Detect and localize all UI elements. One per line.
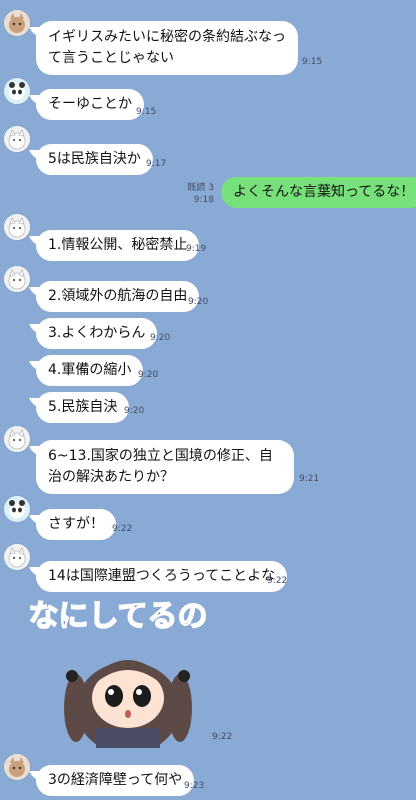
message-time: 9:21 bbox=[299, 474, 320, 484]
message-bubble[interactable]: さすが！ bbox=[36, 509, 116, 540]
message-time: 9:20 bbox=[188, 297, 209, 307]
cat-avatar-icon[interactable] bbox=[4, 10, 30, 36]
message-bubble[interactable]: イギリスみたいに秘密の条約結ぶなって言うことじゃない bbox=[36, 21, 298, 75]
message-bubble[interactable]: そーゆことか bbox=[36, 89, 144, 120]
message-time: 9:20 bbox=[150, 333, 171, 343]
message-bubble[interactable]: 5.民族自決 bbox=[36, 392, 130, 423]
message-bubble[interactable]: 6~13.国家の独立と国境の修正、自治の解決あたりか？ bbox=[36, 440, 294, 494]
cat-avatar-icon[interactable] bbox=[4, 426, 30, 452]
message-bubble[interactable]: 5は民族自決か bbox=[36, 144, 153, 175]
message-time: 9:22 bbox=[212, 732, 233, 742]
message-time: 9:23 bbox=[184, 781, 205, 791]
message-time: 9:19 bbox=[186, 244, 207, 254]
message-time: 9:22 bbox=[112, 524, 133, 534]
cat-avatar-icon[interactable] bbox=[4, 214, 30, 240]
cat-avatar-icon[interactable] bbox=[4, 266, 30, 292]
message-time: 9:20 bbox=[124, 406, 145, 416]
message-time: 9:15 bbox=[136, 107, 157, 117]
read-receipt: 既読 3 bbox=[187, 183, 214, 193]
message-bubble[interactable]: 14は国際連盟つくろうってことよな bbox=[36, 561, 288, 592]
message-time: 9:18 bbox=[193, 195, 214, 205]
girl-sticker-icon[interactable]: なにしてるの bbox=[28, 596, 208, 754]
panda-avatar-icon[interactable] bbox=[4, 496, 30, 522]
message-time: 9:22 bbox=[267, 576, 288, 586]
message-bubble[interactable]: 1.情報公開、秘密禁止 bbox=[36, 230, 200, 261]
message-bubble[interactable]: 3の経済障壁って何や bbox=[36, 765, 195, 796]
message-bubble[interactable]: 4.軍備の縮小 bbox=[36, 355, 144, 386]
message-time: 9:15 bbox=[302, 57, 323, 67]
message-bubble[interactable]: 3.よくわからん bbox=[36, 318, 158, 349]
message-time: 9:17 bbox=[146, 159, 167, 169]
panda-avatar-icon[interactable] bbox=[4, 78, 30, 104]
chat-view[interactable]: イギリスみたいに秘密の条約結ぶなって言うことじゃない 9:15 そーゆことか 9… bbox=[0, 0, 416, 800]
message-bubble[interactable]: 2.領域外の航海の自由 bbox=[36, 281, 200, 312]
cat-avatar-icon[interactable] bbox=[4, 754, 30, 780]
message-time: 9:20 bbox=[138, 370, 159, 380]
cat-avatar-icon[interactable] bbox=[4, 126, 30, 152]
cat-avatar-icon[interactable] bbox=[4, 544, 30, 570]
message-bubble-outgoing[interactable]: よくそんな言葉知ってるな！ bbox=[221, 177, 416, 208]
sticker-text: なにしてるの bbox=[30, 599, 206, 634]
